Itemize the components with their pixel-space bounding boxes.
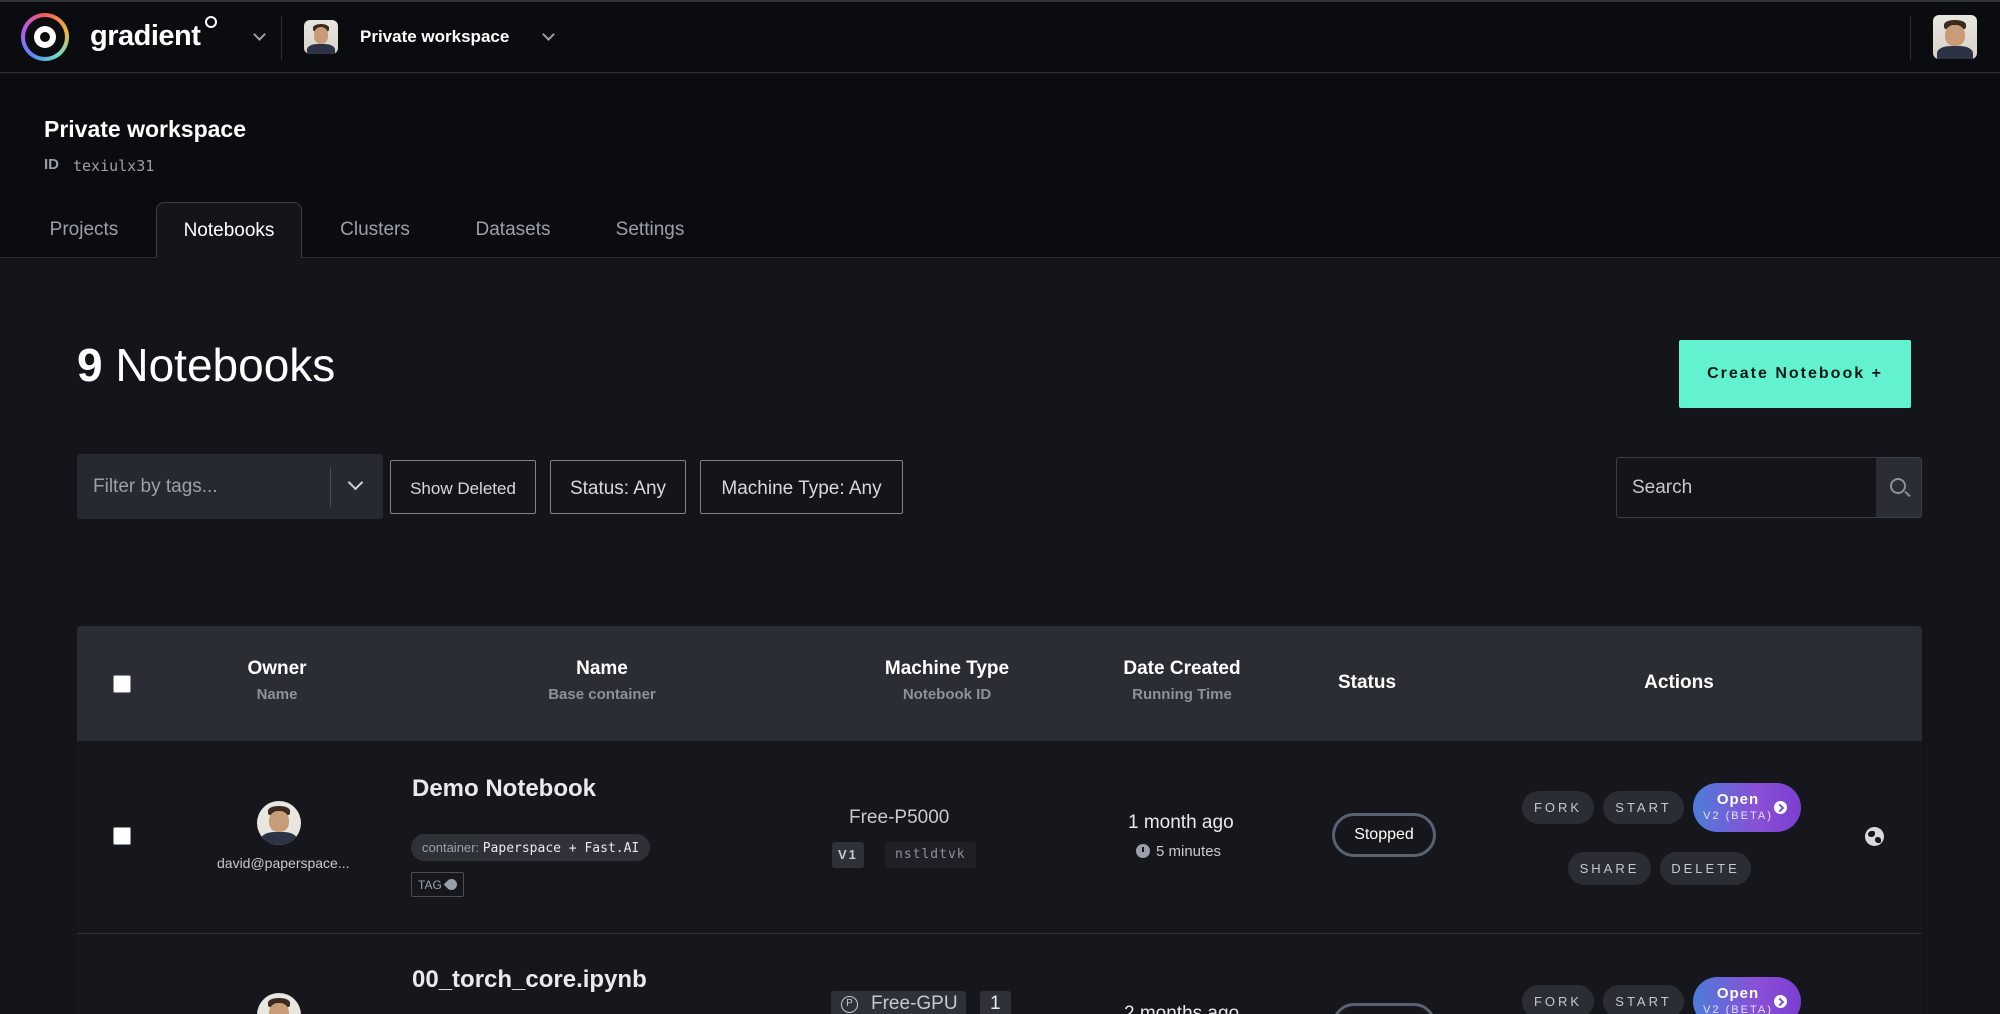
column-machine-type-title: Machine Type (884, 658, 1010, 679)
search-button[interactable] (1876, 458, 1921, 517)
notebook-id: nstldtvk (885, 842, 976, 868)
tab-projects[interactable]: Projects (44, 202, 124, 258)
workspace-switcher-chevron-down-icon[interactable] (542, 28, 555, 41)
search-input[interactable] (1617, 458, 1877, 517)
user-avatar[interactable] (1933, 15, 1977, 59)
notebooks-count-heading: 9 Notebooks (77, 338, 335, 392)
workspace-id-label: ID (44, 156, 59, 173)
date-created: 1 month ago (1128, 812, 1234, 833)
date-created: 2 months ago (1124, 1003, 1240, 1014)
open-v2-button[interactable]: Open V2 (BETA) (1693, 977, 1801, 1014)
open-label: Open (1716, 985, 1760, 1002)
tag-icon (443, 876, 460, 893)
start-button[interactable]: START (1603, 985, 1684, 1014)
container-badge: container: Paperspace + Fast.AI (411, 834, 651, 861)
paperspace-icon: P (841, 996, 858, 1013)
workspace-id-value: texiulx31 (73, 157, 155, 175)
column-status-title: Status (1337, 672, 1397, 693)
workspace-switcher-label[interactable]: Private workspace (360, 27, 509, 47)
machine-type: Free-P5000 (849, 807, 950, 828)
status-badge (1332, 1003, 1436, 1014)
open-sub-label: V2 (BETA) (1703, 810, 1773, 822)
column-name-title: Name (576, 658, 628, 679)
column-name-sub: Base container (548, 686, 656, 703)
clock-icon (1136, 844, 1150, 858)
tab-datasets[interactable]: Datasets (469, 202, 557, 258)
add-tag-button[interactable]: TAG (411, 872, 464, 897)
owner-avatar (257, 993, 301, 1014)
running-time: 5 minutes (1136, 843, 1221, 860)
machine-type-badge: P Free-GPU (831, 991, 966, 1014)
open-v2-button[interactable]: Open V2 (BETA) (1693, 783, 1801, 832)
create-notebook-button[interactable]: Create Notebook + (1679, 340, 1911, 408)
column-owner-sub: Name (256, 686, 298, 703)
notebook-version-badge: V1 (832, 842, 864, 868)
notebooks-count-label: Notebooks (115, 339, 336, 391)
owner-email: david@paperspace... (217, 855, 350, 871)
search-box (1616, 457, 1922, 518)
notebook-name[interactable]: Demo Notebook (412, 775, 596, 803)
status-badge: Stopped (1332, 813, 1436, 857)
topbar-divider (281, 16, 282, 60)
column-owner[interactable]: Owner Name (227, 658, 327, 703)
page-title: Private workspace (44, 116, 247, 142)
tag-label: TAG (418, 878, 442, 892)
column-name[interactable]: Name Base container (517, 658, 687, 703)
notebook-name[interactable]: 00_torch_core.ipynb (412, 966, 647, 994)
gradient-logo-icon[interactable] (21, 13, 69, 61)
column-actions: Actions (1624, 672, 1734, 694)
tag-filter-select[interactable]: Filter by tags... (77, 454, 383, 519)
workspace-avatar[interactable] (304, 20, 338, 54)
table-row: david@paperspace... Demo Notebook contai… (77, 741, 1922, 934)
tab-notebooks[interactable]: Notebooks (156, 202, 302, 258)
machine-count-badge: 1 (980, 991, 1011, 1014)
running-time-value: 5 minutes (1156, 843, 1222, 860)
arrow-right-icon (1774, 995, 1787, 1008)
brand-degree-mark (205, 16, 217, 28)
table-header: Owner Name Name Base container Machine T… (77, 626, 1922, 741)
open-sub-label: V2 (BETA) (1703, 1004, 1773, 1014)
row-checkbox[interactable] (113, 827, 131, 845)
share-button[interactable]: SHARE (1568, 852, 1651, 885)
workspace-header: Private workspace ID texiulx31 Projects … (0, 74, 2000, 258)
machine-type-filter-button[interactable]: Machine Type: Any (700, 460, 903, 514)
column-machine-type-sub: Notebook ID (902, 686, 992, 703)
machine-type: Free-GPU (871, 993, 958, 1014)
notebooks-count: 9 (77, 339, 103, 391)
container-label: container: (422, 840, 480, 855)
column-owner-title: Owner (247, 658, 307, 679)
arrow-right-icon (1774, 801, 1787, 814)
public-globe-icon[interactable] (1865, 827, 1884, 846)
show-deleted-button[interactable]: Show Deleted (390, 460, 536, 514)
column-date-created[interactable]: Date Created Running Time (1107, 658, 1257, 703)
column-status[interactable]: Status (1317, 672, 1417, 694)
top-navigation-bar: gradient Private workspace (0, 2, 2000, 73)
column-machine-type[interactable]: Machine Type Notebook ID (872, 658, 1022, 703)
product-switcher-chevron-down-icon[interactable] (253, 28, 266, 41)
search-icon-handle (1904, 490, 1911, 498)
tag-filter-divider (330, 467, 331, 507)
topbar-divider-right (1910, 16, 1911, 60)
container-name: Paperspace + Fast.AI (482, 841, 640, 856)
select-all-checkbox[interactable] (113, 675, 131, 693)
table-row: 00_torch_core.ipynb P Free-GPU 1 2 month… (77, 935, 1922, 1014)
column-date-created-sub: Running Time (1132, 686, 1232, 703)
chevron-down-icon[interactable] (347, 474, 364, 491)
open-label: Open (1716, 791, 1760, 808)
delete-button[interactable]: DELETE (1660, 852, 1751, 885)
brand-name[interactable]: gradient (90, 20, 201, 53)
owner-avatar (257, 801, 301, 845)
start-button[interactable]: START (1603, 791, 1684, 824)
status-filter-button[interactable]: Status: Any (550, 460, 686, 514)
tab-clusters[interactable]: Clusters (334, 202, 416, 258)
column-actions-title: Actions (1644, 672, 1714, 693)
column-date-created-title: Date Created (1123, 658, 1241, 679)
fork-button[interactable]: FORK (1522, 791, 1594, 824)
tab-settings[interactable]: Settings (608, 202, 692, 258)
tag-filter-placeholder: Filter by tags... (93, 476, 218, 497)
notebooks-table: Owner Name Name Base container Machine T… (77, 626, 1922, 1014)
fork-button[interactable]: FORK (1522, 985, 1594, 1014)
